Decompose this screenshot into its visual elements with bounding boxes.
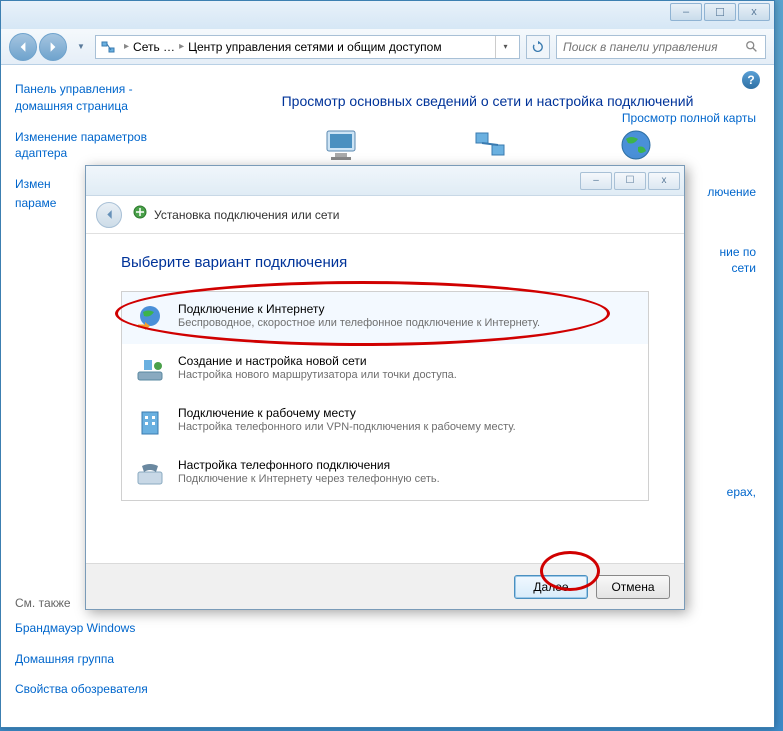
desktop-icon — [321, 127, 361, 163]
refresh-icon — [531, 40, 545, 54]
nav-history-dropdown[interactable]: ▼ — [73, 37, 89, 57]
sidebar-link-adapter-settings[interactable]: Изменение параметров адаптера — [15, 129, 187, 163]
breadcrumb-part-2[interactable]: Центр управления сетями и общим доступом — [188, 40, 442, 54]
minimize-button[interactable]: – — [670, 3, 702, 21]
breadcrumb-part-1[interactable]: Сеть … — [133, 40, 175, 54]
page-title: Просмотр основных сведений о сети и наст… — [219, 93, 756, 109]
address-bar[interactable]: ▸ Сеть … ▸ Центр управления сетями и общ… — [95, 35, 520, 59]
search-icon — [745, 40, 759, 54]
titlebar: – ☐ x — [1, 1, 774, 29]
address-dropdown[interactable]: ▾ — [495, 36, 515, 58]
option-connect-internet[interactable]: Подключение к Интернету Беспроводное, ск… — [122, 292, 648, 344]
sidebar-link-home[interactable]: Панель управления - домашняя страница — [15, 81, 187, 115]
option-desc: Настройка нового маршрутизатора или точк… — [178, 369, 457, 381]
arrow-left-icon — [104, 209, 115, 220]
close-button[interactable]: x — [738, 3, 770, 21]
truncated-link-2[interactable]: ние по — [719, 245, 756, 259]
option-workplace[interactable]: Подключение к рабочему месту Настройка т… — [122, 396, 648, 448]
dialog-minimize-button[interactable]: – — [580, 172, 612, 190]
cancel-button[interactable]: Отмена — [596, 575, 670, 599]
back-button[interactable] — [9, 33, 37, 61]
addressbar-row: ▼ ▸ Сеть … ▸ Центр управления сетями и о… — [1, 29, 774, 65]
option-title: Настройка телефонного подключения — [178, 458, 440, 472]
dialog-header-title: Установка подключения или сети — [154, 208, 339, 222]
forward-button[interactable] — [39, 33, 67, 61]
dialog-back-button[interactable] — [96, 202, 122, 228]
option-desc: Беспроводное, скоростное или телефонное … — [178, 317, 540, 329]
dialog-body: Выберите вариант подключения Подключение… — [86, 234, 684, 521]
arrow-left-icon — [17, 41, 29, 53]
sidebar-link-homegroup[interactable]: Домашняя группа — [15, 651, 187, 668]
arrow-right-icon — [47, 41, 59, 53]
view-full-map-link[interactable]: Просмотр полной карты — [622, 111, 756, 125]
globe-arrow-icon — [134, 302, 166, 334]
help-icon[interactable]: ? — [742, 71, 760, 89]
sidebar-link-firewall[interactable]: Брандмауэр Windows — [15, 620, 187, 637]
truncated-link-4[interactable]: ерах, — [727, 485, 756, 499]
truncated-link-3[interactable]: сети — [732, 261, 756, 275]
wizard-dialog: – ☐ x Установка подключения или сети Выб… — [85, 165, 685, 610]
option-desc: Подключение к Интернету через телефонную… — [178, 473, 440, 485]
option-title: Создание и настройка новой сети — [178, 354, 457, 368]
building-icon — [134, 406, 166, 438]
option-desc: Настройка телефонного или VPN-подключени… — [178, 421, 516, 433]
dialog-titlebar: – ☐ x — [86, 166, 684, 196]
option-title: Подключение к рабочему месту — [178, 406, 516, 420]
dialog-footer: Далее Отмена — [86, 563, 684, 609]
next-button[interactable]: Далее — [514, 575, 588, 599]
phone-modem-icon — [134, 458, 166, 490]
option-title: Подключение к Интернету — [178, 302, 540, 316]
network-center-icon — [100, 39, 116, 55]
router-icon — [134, 354, 166, 386]
search-box[interactable] — [556, 35, 766, 59]
dialog-close-button[interactable]: x — [648, 172, 680, 190]
refresh-button[interactable] — [526, 35, 550, 59]
network-icon — [470, 127, 510, 163]
globe-icon — [616, 127, 656, 163]
dialog-header: Установка подключения или сети — [86, 196, 684, 234]
dialog-heading: Выберите вариант подключения — [121, 254, 649, 271]
maximize-button[interactable]: ☐ — [704, 3, 736, 21]
option-list: Подключение к Интернету Беспроводное, ск… — [121, 291, 649, 501]
option-dialup[interactable]: Настройка телефонного подключения Подклю… — [122, 448, 648, 500]
option-new-network[interactable]: Создание и настройка новой сети Настройк… — [122, 344, 648, 396]
search-input[interactable] — [563, 40, 745, 54]
sidebar-link-internet-options[interactable]: Свойства обозревателя — [15, 681, 187, 698]
truncated-link-1[interactable]: лючение — [707, 185, 756, 199]
dialog-maximize-button[interactable]: ☐ — [614, 172, 646, 190]
wizard-icon — [132, 204, 148, 225]
